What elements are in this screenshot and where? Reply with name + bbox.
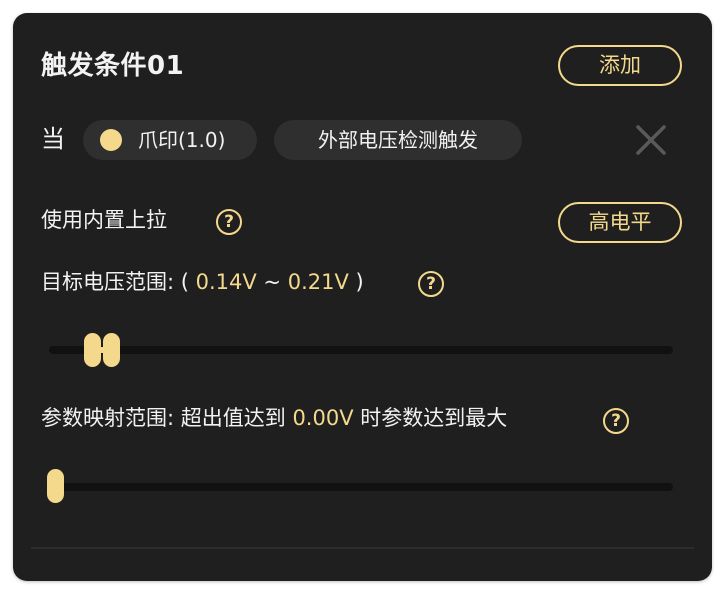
device-chip[interactable]: 爪印(1.0) xyxy=(83,120,257,160)
trigger-title: 触发条件01 xyxy=(41,51,185,81)
voltage-min-thumb[interactable] xyxy=(84,333,102,367)
trigger-condition-card: 触发条件01 添加 当 爪印(1.0) 外部电压检测触发 使用内置上拉 ? 高电… xyxy=(13,13,712,581)
when-label: 当 xyxy=(41,125,65,153)
status-dot-icon xyxy=(100,129,122,151)
device-chip-label: 爪印(1.0) xyxy=(138,128,226,152)
question-circle-icon[interactable]: ? xyxy=(418,271,444,297)
close-icon xyxy=(636,125,666,155)
mapping-slider-track[interactable] xyxy=(47,483,673,491)
voltage-range-slider-track[interactable] xyxy=(49,346,673,354)
question-circle-icon[interactable]: ? xyxy=(603,408,629,434)
voltage-label-prefix: 目标电压范围: ( xyxy=(41,270,196,294)
mapping-label-suffix: 时参数达到最大 xyxy=(353,406,508,430)
mapping-label-prefix: 参数映射范围: 超出值达到 xyxy=(41,406,293,430)
voltage-max-value: 0.21V xyxy=(287,270,349,294)
voltage-range-label: 目标电压范围: ( 0.14V ~ 0.21V ) xyxy=(41,267,364,297)
voltage-separator: ~ xyxy=(256,270,288,294)
voltage-max-thumb[interactable] xyxy=(102,333,120,367)
mapping-value: 0.00V xyxy=(292,406,354,430)
voltage-label-suffix: ) xyxy=(348,270,364,294)
level-button[interactable]: 高电平 xyxy=(558,202,682,243)
voltage-min-value: 0.14V xyxy=(195,270,257,294)
close-button[interactable] xyxy=(633,122,669,158)
trigger-type-chip[interactable]: 外部电压检测触发 xyxy=(274,120,522,160)
add-button[interactable]: 添加 xyxy=(558,45,682,86)
pullup-label: 使用内置上拉 xyxy=(41,208,167,232)
question-circle-icon[interactable]: ? xyxy=(216,209,242,235)
mapping-range-label: 参数映射范围: 超出值达到 0.00V 时参数达到最大 xyxy=(41,403,507,433)
mapping-thumb[interactable] xyxy=(46,469,64,503)
divider xyxy=(31,547,694,549)
